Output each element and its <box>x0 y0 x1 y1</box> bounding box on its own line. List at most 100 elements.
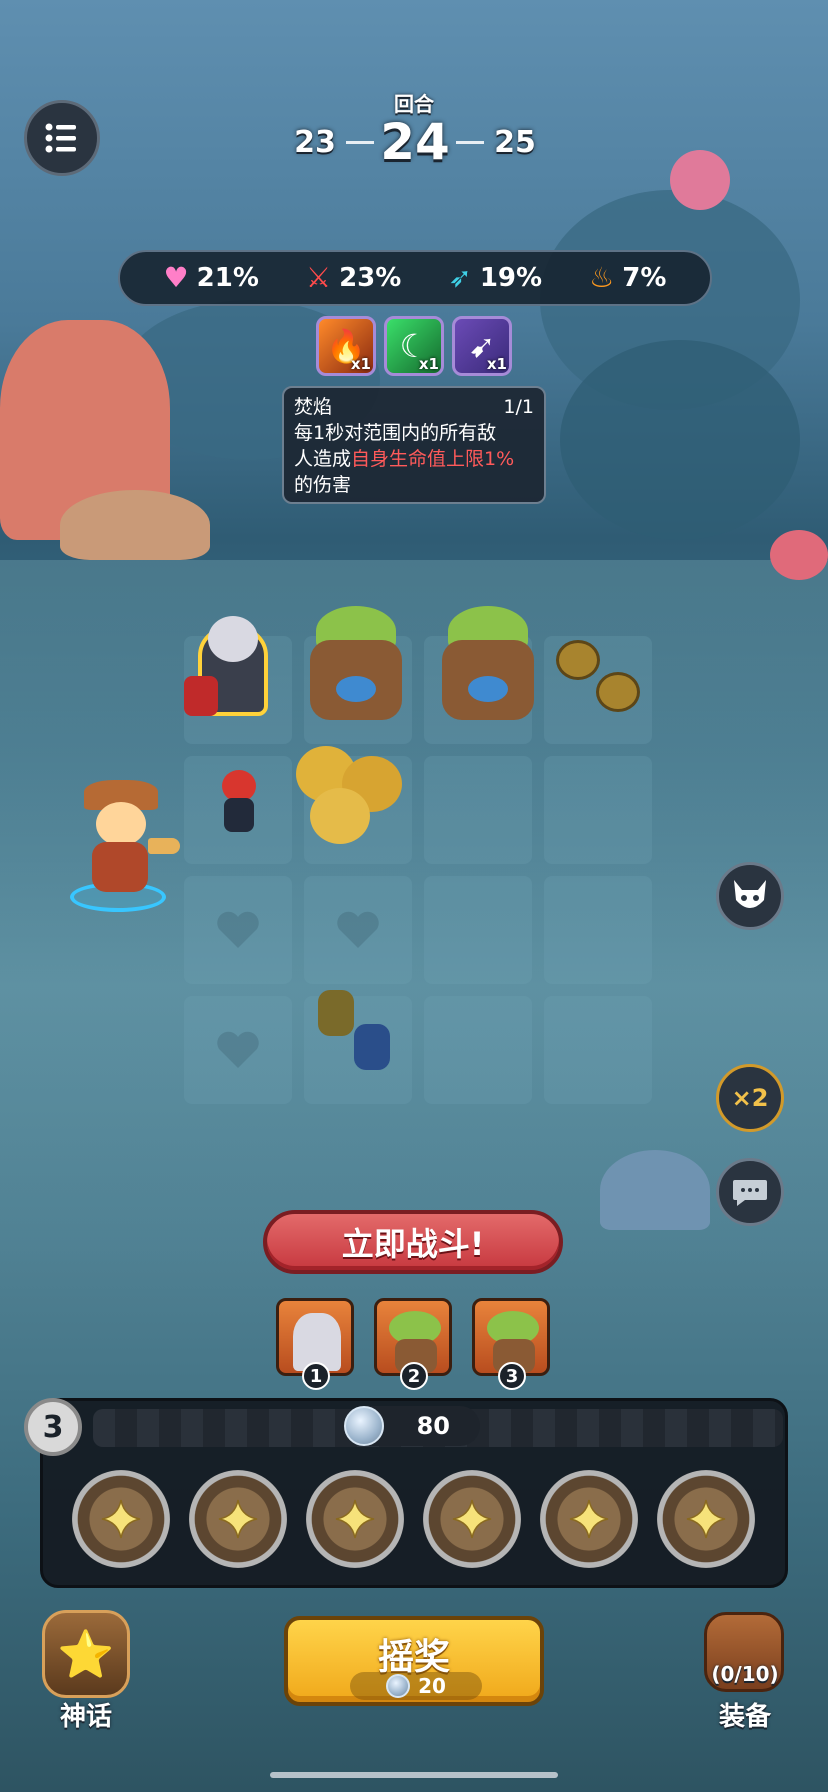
buff-spear[interactable]: ➹ x1 <box>452 316 512 376</box>
tooltip-progress: 1/1 <box>503 396 534 418</box>
sparkle-icon <box>569 1499 609 1539</box>
tooltip-line: 每1秒对范围内的所有敌 <box>294 422 497 444</box>
imp-body <box>224 798 254 832</box>
coin-icon <box>344 1406 384 1446</box>
round-indicator: 23 24 25 <box>290 112 540 172</box>
shell-decoration <box>60 490 210 560</box>
roll-cost: 20 <box>350 1672 482 1700</box>
chat-button[interactable] <box>716 1158 784 1226</box>
team-slot-number: 3 <box>498 1362 526 1390</box>
diver-bot-body <box>596 672 640 712</box>
unit-hedgehog-pack[interactable] <box>296 736 412 852</box>
shop-level-badge: 3 <box>24 1398 82 1456</box>
wolf-knight-head <box>208 616 258 662</box>
myth-button[interactable]: ⭐ 神话 <box>34 1610 138 1732</box>
roll-button[interactable]: 摇奖 20 <box>284 1616 544 1706</box>
team-slot-number: 1 <box>302 1362 330 1390</box>
shell-decoration <box>600 1150 710 1230</box>
shop-slot[interactable] <box>189 1470 287 1568</box>
menu-button[interactable] <box>24 100 100 176</box>
sword-icon: ⚔ <box>305 261 332 294</box>
swordsman <box>354 1024 390 1070</box>
buff-count: x1 <box>350 355 371 373</box>
equipment-label: 装备 <box>718 1702 771 1732</box>
background-rock <box>560 340 800 540</box>
stat-speed-value: 19% <box>479 263 543 293</box>
shop-slot[interactable] <box>72 1470 170 1568</box>
treant-core <box>336 676 376 702</box>
tooltip-text: 人造成 <box>294 448 352 470</box>
shop-slot[interactable] <box>423 1470 521 1568</box>
sparkle-icon <box>335 1499 375 1539</box>
grid-cell[interactable] <box>544 996 652 1104</box>
skill-tooltip: 焚焰 1/1 每1秒对范围内的所有敌 人造成自身生命值上限1% 的伤害 <box>282 386 546 504</box>
fight-now-button[interactable]: 立即战斗! <box>263 1210 563 1274</box>
wolf-knight-cape <box>184 676 218 716</box>
stat-attack-value: 23% <box>339 263 402 293</box>
coral-decoration <box>770 530 828 580</box>
roll-cost-value: 20 <box>418 1674 446 1698</box>
equipment-button[interactable]: (0/10) 装备 <box>690 1610 800 1732</box>
empty-slot-heart-icon <box>217 1031 259 1068</box>
unit-swordsmen[interactable] <box>314 990 414 1082</box>
tooltip-header: 焚焰 1/1 <box>294 394 534 420</box>
heart-icon: ♥ <box>163 261 189 294</box>
tooltip-highlight: 自身生命值上限1% <box>351 448 515 470</box>
unit-imp[interactable] <box>210 770 274 842</box>
grid-cell[interactable] <box>544 876 652 984</box>
grid-cell[interactable] <box>424 876 532 984</box>
coral-decoration <box>670 150 730 210</box>
current-round: 24 <box>380 113 450 171</box>
boss-info-button[interactable] <box>716 862 784 930</box>
shop-slot[interactable] <box>540 1470 638 1568</box>
wing-icon: ➶ <box>448 261 472 294</box>
myth-label: 神话 <box>59 1702 112 1732</box>
sparkle-icon <box>452 1499 492 1539</box>
home-indicator <box>270 1772 558 1778</box>
monster-face-icon <box>734 880 766 908</box>
buff-moon-heal[interactable]: ☾ x1 <box>384 316 444 376</box>
hero-horn <box>148 838 180 854</box>
shop-slot[interactable] <box>657 1470 755 1568</box>
hero-head <box>96 802 146 846</box>
tooltip-line: 人造成自身生命值上限1% <box>294 446 534 472</box>
unit-treant[interactable] <box>296 606 416 730</box>
hero-body <box>92 842 148 892</box>
stat-health-value: 21% <box>196 263 259 293</box>
hero-cowboy[interactable] <box>74 780 184 900</box>
previous-round: 23 <box>294 124 336 160</box>
equipment-count: (0/10) <box>711 1662 779 1686</box>
hedgehog <box>310 788 370 844</box>
sparkle-icon <box>686 1499 726 1539</box>
stat-fire-value: 7% <box>622 263 667 293</box>
round-divider <box>346 140 375 144</box>
diver-bot-body <box>556 640 600 680</box>
buff-count: x1 <box>418 355 439 373</box>
unit-diver-bot[interactable] <box>556 640 652 728</box>
empty-slot-heart-icon <box>217 911 259 948</box>
shop-slot[interactable] <box>306 1470 404 1568</box>
list-icon <box>45 123 76 153</box>
grid-cell[interactable] <box>424 756 532 864</box>
swordsman <box>318 990 354 1036</box>
unit-treant[interactable] <box>428 606 548 730</box>
tooltip-title: 焚焰 <box>294 396 333 418</box>
stat-speed: ➶ 19% <box>448 263 542 293</box>
speed-x2-button[interactable]: ×2 <box>716 1064 784 1132</box>
buff-count: x1 <box>486 355 507 373</box>
fire-icon: ♨ <box>589 261 615 294</box>
chat-bubble-icon <box>733 1180 767 1206</box>
round-divider <box>455 140 484 144</box>
team-slot-number: 2 <box>400 1362 428 1390</box>
grid-cell[interactable] <box>544 756 652 864</box>
buff-flame[interactable]: 🔥 x1 <box>316 316 376 376</box>
sparkle-icon <box>218 1499 258 1539</box>
coin-icon <box>386 1674 411 1698</box>
stat-fire: ♨ 7% <box>589 263 666 293</box>
stat-attack: ⚔ 23% <box>306 263 401 293</box>
stats-bar: ♥ 21% ⚔ 23% ➶ 19% ♨ 7% <box>118 250 712 306</box>
grid-cell[interactable] <box>424 996 532 1104</box>
tooltip-line: 的伤害 <box>294 474 352 496</box>
unit-wolf-knight[interactable] <box>178 616 288 726</box>
treant-core <box>468 676 508 702</box>
